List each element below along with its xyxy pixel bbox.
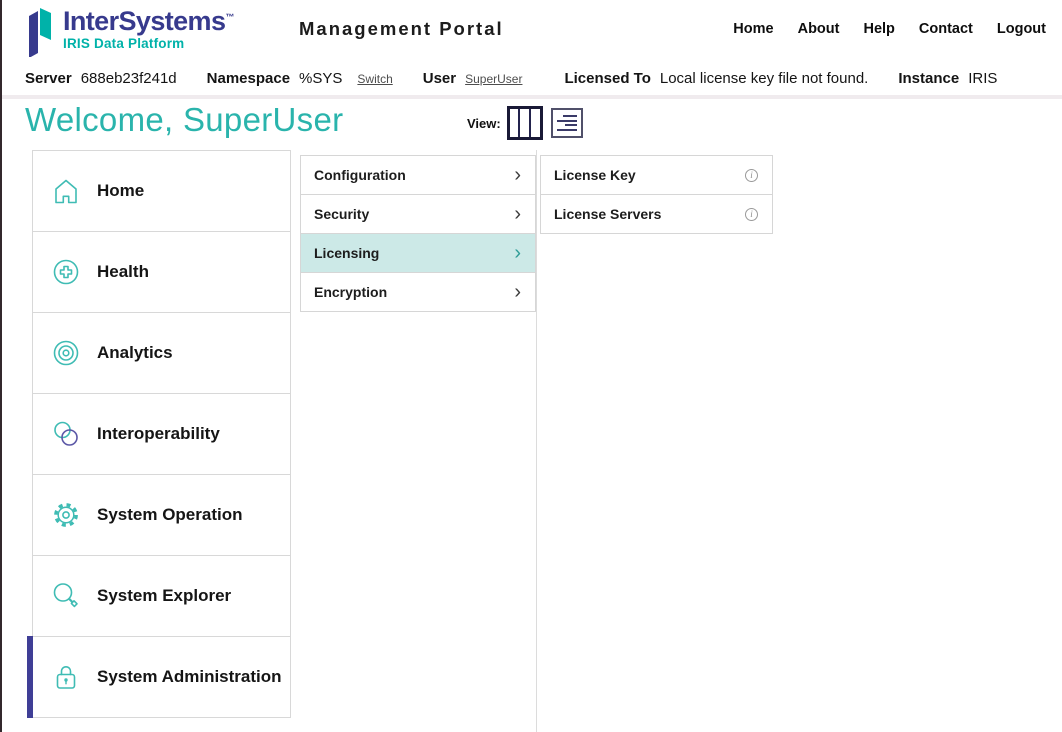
- sidebar-item-system-explorer[interactable]: System Explorer: [32, 555, 291, 637]
- licensed-to-value: Local license key file not found.: [660, 70, 868, 87]
- info-icon[interactable]: i: [745, 169, 758, 182]
- top-navigation: Home About Help Contact Logout: [733, 21, 1046, 37]
- sidebar-item-system-administration[interactable]: System Administration: [32, 636, 291, 718]
- gear-icon: [48, 498, 84, 532]
- licensing-menu: License Key i License Servers i: [540, 155, 773, 234]
- sidebar-item-interoperability[interactable]: Interoperability: [32, 393, 291, 475]
- top-bar: InterSystems™ IRIS Data Platform Managem…: [0, 0, 1062, 62]
- intersystems-logo[interactable]: InterSystems™ IRIS Data Platform: [24, 7, 234, 62]
- chevron-right-icon: ›: [514, 282, 521, 302]
- switch-namespace-link[interactable]: Switch: [357, 72, 392, 86]
- view-controls: View:: [467, 106, 583, 140]
- home-icon: [48, 174, 84, 208]
- analytics-icon: [48, 336, 84, 370]
- menu-item-license-key[interactable]: License Key i: [540, 155, 773, 195]
- menu-item-licensing[interactable]: Licensing ›: [300, 233, 536, 273]
- interoperability-icon: [48, 417, 84, 451]
- view-label: View:: [467, 116, 501, 131]
- lock-icon: [48, 660, 84, 694]
- health-icon: [48, 255, 84, 289]
- nav-about-link[interactable]: About: [798, 21, 840, 37]
- instance-label: Instance: [898, 70, 959, 87]
- namespace-label: Namespace: [207, 70, 290, 87]
- namespace-value: %SYS: [299, 70, 342, 87]
- trademark: ™: [225, 12, 233, 22]
- nav-logout-link[interactable]: Logout: [997, 21, 1046, 37]
- welcome-bar: Welcome, SuperUser View:: [0, 99, 1062, 150]
- server-label: Server: [25, 70, 72, 87]
- welcome-heading: Welcome, SuperUser: [25, 101, 343, 139]
- selected-accent-bar: [27, 636, 33, 718]
- column-divider: [536, 150, 537, 732]
- columns-view-icon[interactable]: [507, 106, 543, 140]
- management-portal-page: InterSystems™ IRIS Data Platform Managem…: [0, 0, 1062, 732]
- user-profile-link[interactable]: SuperUser: [465, 72, 522, 86]
- server-info-bar: Server 688eb23f241d Namespace %SYS Switc…: [0, 62, 1062, 95]
- window-left-edge: [0, 0, 2, 732]
- chevron-right-icon: ›: [514, 243, 521, 263]
- chevron-right-icon: ›: [514, 165, 521, 185]
- nav-contact-link[interactable]: Contact: [919, 21, 973, 37]
- menu-item-configuration[interactable]: Configuration ›: [300, 155, 536, 195]
- info-icon[interactable]: i: [745, 208, 758, 221]
- brand-tagline: IRIS Data Platform: [63, 36, 234, 51]
- system-administration-menu: Configuration › Security › Licensing › E…: [300, 155, 536, 312]
- page-title: Management Portal: [299, 18, 504, 40]
- logo-text: InterSystems™ IRIS Data Platform: [63, 7, 234, 51]
- instance-value: IRIS: [968, 70, 997, 87]
- main-content: Home Health: [0, 150, 1062, 732]
- server-value: 688eb23f241d: [81, 70, 177, 87]
- menu-item-license-servers[interactable]: License Servers i: [540, 194, 773, 234]
- intersystems-logo-mark-icon: [24, 7, 56, 62]
- sidebar-item-home[interactable]: Home: [32, 150, 291, 232]
- nav-home-link[interactable]: Home: [733, 21, 773, 37]
- magnifier-icon: [48, 579, 84, 613]
- sidebar-item-analytics[interactable]: Analytics: [32, 312, 291, 394]
- menu-item-security[interactable]: Security ›: [300, 194, 536, 234]
- sidebar-menu: Home Health: [32, 150, 291, 718]
- sidebar-item-system-operation[interactable]: System Operation: [32, 474, 291, 556]
- chevron-right-icon: ›: [514, 204, 521, 224]
- list-view-icon[interactable]: [551, 108, 583, 138]
- brand-name: InterSystems™: [63, 7, 234, 35]
- user-label: User: [423, 70, 456, 87]
- sidebar-item-health[interactable]: Health: [32, 231, 291, 313]
- nav-help-link[interactable]: Help: [863, 21, 894, 37]
- licensed-to-label: Licensed To: [564, 70, 650, 87]
- menu-item-encryption[interactable]: Encryption ›: [300, 272, 536, 312]
